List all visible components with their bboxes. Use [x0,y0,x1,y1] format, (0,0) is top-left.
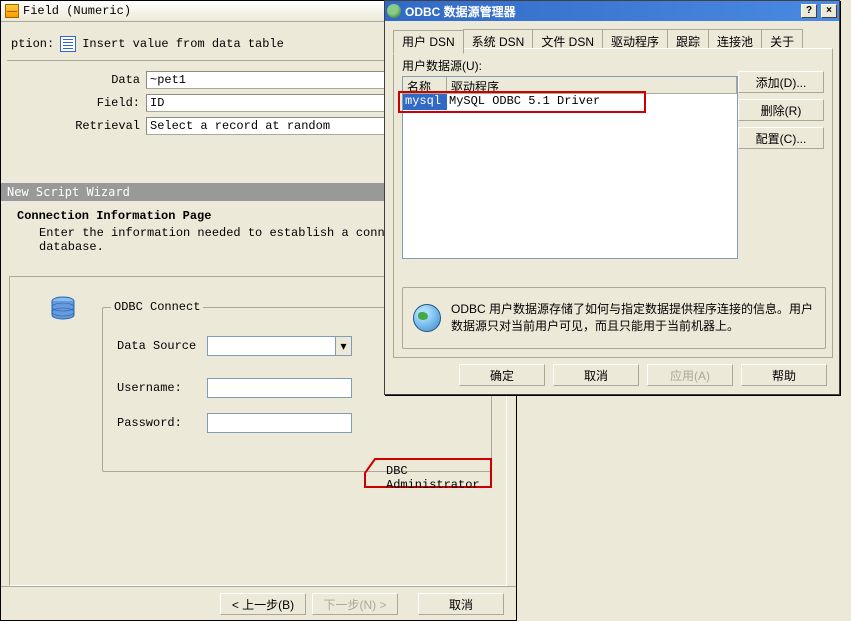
col-driver[interactable]: 驱动程序 [447,77,737,93]
grid-icon [5,4,19,18]
password-input[interactable] [207,413,352,433]
apply-button: 应用(A) [647,364,733,386]
dsn-driver-cell: MySQL ODBC 5.1 Driver [447,94,602,110]
odbc-admin-dialog: ODBC 数据源管理器 ? × 用户 DSN 系统 DSN 文件 DSN 驱动程… [384,0,840,395]
chevron-down-icon[interactable]: ▾ [335,337,351,355]
prev-button[interactable]: < 上一步(B) [220,593,306,615]
retrieval-label: Retrieval [11,119,146,133]
field-label: Field: [11,96,146,110]
remove-button[interactable]: 删除(R) [738,99,824,121]
tab-user-dsn[interactable]: 用户 DSN [393,30,464,54]
odbc-group-label: ODBC Connect [111,300,203,314]
help-button[interactable]: ? [801,4,817,18]
option-text: Insert value from data table [82,37,284,51]
data-table-icon [60,36,76,52]
odbc-titlebar: ODBC 数据源管理器 ? × [385,1,839,21]
username-input[interactable] [207,378,352,398]
data-source-label: Data Source [117,339,207,353]
username-label: Username: [117,381,207,395]
dbc-admin-button[interactable]: DBC Administrator [386,464,506,492]
dsn-list[interactable]: 名称 驱动程序 mysql MySQL ODBC 5.1 Driver [402,76,738,259]
odbc-title: ODBC 数据源管理器 [405,3,797,20]
col-name[interactable]: 名称 [403,77,447,93]
info-box: ODBC 用户数据源存储了如何与指定数据提供程序连接的信息。用户数据源只对当前用… [402,287,826,349]
data-label: Data [11,73,146,87]
dsn-name-cell: mysql [403,94,447,110]
odbc-bottom-buttons: 确定 取消 应用(A) 帮助 [385,364,839,386]
info-globe-icon [413,304,441,332]
dsn-side-buttons: 添加(D)... 删除(R) 配置(C)... [738,71,824,149]
add-button[interactable]: 添加(D)... [738,71,824,93]
close-button[interactable]: × [821,4,837,18]
wizard-button-row: < 上一步(B) 下一步(N) > 取消 [1,586,516,616]
odbc-help-button[interactable]: 帮助 [741,364,827,386]
ok-button[interactable]: 确定 [459,364,545,386]
configure-button[interactable]: 配置(C)... [738,127,824,149]
next-button: 下一步(N) > [312,593,398,615]
dsn-header: 名称 驱动程序 [403,77,737,94]
password-label: Password: [117,416,207,430]
database-icon [48,295,78,325]
data-source-select[interactable]: ▾ [207,336,352,356]
option-label: ption: [11,37,54,51]
info-text: ODBC 用户数据源存储了如何与指定数据提供程序连接的信息。用户数据源只对当前用… [451,301,815,335]
user-dsn-panel: 用户数据源(U): 名称 驱动程序 mysql MySQL ODBC 5.1 D… [393,48,833,358]
globe-icon [387,4,401,18]
cancel-button[interactable]: 取消 [418,593,504,615]
field-window-title: Field (Numeric) [23,4,131,18]
odbc-cancel-button[interactable]: 取消 [553,364,639,386]
dsn-row-mysql[interactable]: mysql MySQL ODBC 5.1 Driver [403,94,737,110]
